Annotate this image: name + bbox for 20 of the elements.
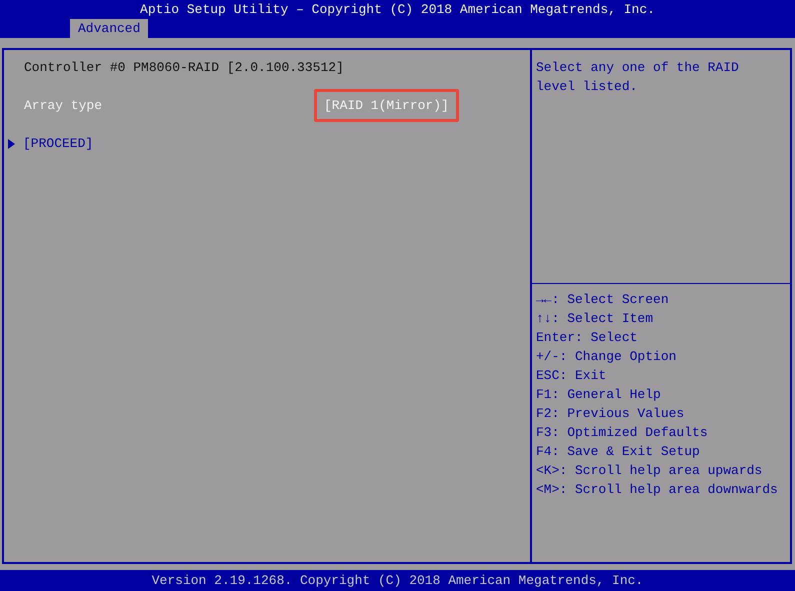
key-hint: Enter: Select <box>536 329 638 347</box>
window-title: Aptio Setup Utility – Copyright (C) 2018 American Megatrends, Inc. <box>139 1 656 19</box>
key-hint: F2: Previous Values <box>536 405 686 423</box>
key-hint: →←: Select Screen <box>536 291 670 309</box>
key-hint: F4: Save & Exit Setup <box>536 443 701 461</box>
controller-info: Controller #0 PM8060-RAID [2.0.100.33512] <box>24 59 344 77</box>
key-hint: ↑↓: Select Item <box>536 310 654 328</box>
key-hint: F3: Optimized Defaults <box>536 424 709 442</box>
submenu-item[interactable]: [PROCEED] <box>23 134 94 153</box>
key-hint: F1: General Help <box>536 386 662 404</box>
key-hint: <M>: Scroll help area downwards <box>536 481 779 499</box>
key-hint: +/-: Change Option <box>536 348 678 366</box>
key-hint: ESC: Exit <box>536 367 608 385</box>
tab[interactable]: Advanced <box>70 19 148 38</box>
key-hint: <K>: Scroll help area upwards <box>536 462 764 480</box>
setting-value[interactable]: [RAID 1(Mirror)] <box>314 89 459 122</box>
status-bar: Version 2.19.1268. Copyright (C) 2018 American Megatrends, Inc. <box>0 570 795 591</box>
triangle-icon <box>8 138 15 148</box>
help-text: Select any one of the RAID level listed. <box>536 59 740 96</box>
setting-label: Array type <box>24 97 104 115</box>
